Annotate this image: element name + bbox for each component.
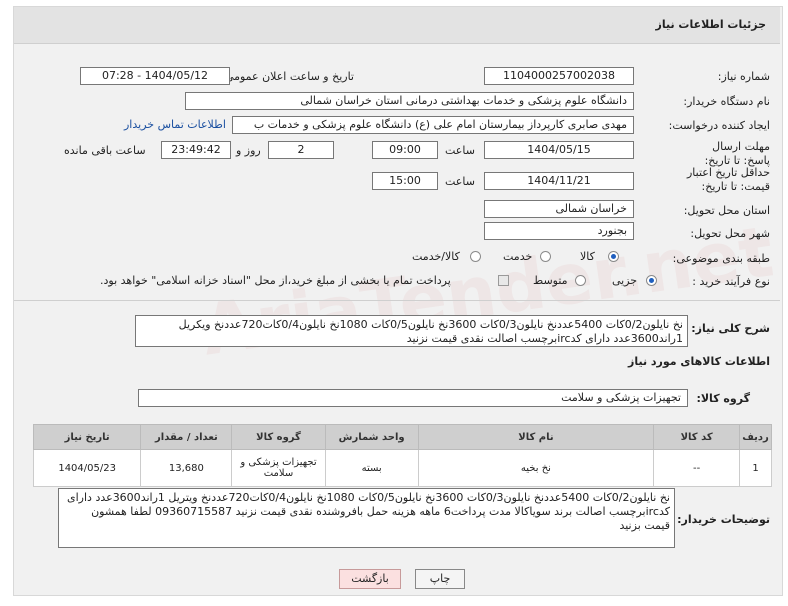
goods-info-title: اطلاعات کالاهای مورد نیاز: [628, 355, 770, 368]
province-label: استان محل تحویل:: [683, 204, 770, 217]
days-label: روز و: [236, 144, 261, 157]
cell-code: --: [653, 449, 741, 487]
need-number-field: 1104000257002038: [484, 67, 634, 85]
payment-note: پرداخت تمام یا بخشی از مبلغ خرید،از محل …: [100, 274, 451, 287]
reply-hour-label: ساعت: [445, 144, 475, 157]
buyer-contact-link[interactable]: اطلاعات تماس خریدار: [124, 118, 226, 131]
validity-time-field: 15:00: [372, 172, 438, 190]
reply-date-field: 1404/05/15: [484, 141, 634, 159]
cell-qty: 13,680: [140, 449, 233, 487]
category-label: طبقه بندی موضوعی:: [672, 252, 770, 265]
category-service-radio[interactable]: [540, 251, 551, 262]
col-row-header: ردیف: [739, 424, 772, 450]
col-date-header: تاریخ نیاز: [32, 424, 142, 450]
col-code-header: کد کالا: [653, 424, 741, 450]
cell-unit: بسته: [324, 449, 419, 487]
col-name-header: نام کالا: [417, 424, 655, 450]
table-header-row: ردیف کد کالا نام کالا واحد شمارش گروه کا…: [32, 424, 772, 450]
reply-time-field: 09:00: [372, 141, 438, 159]
category-service-label: خدمت: [503, 250, 533, 263]
announce-label: تاریخ و ساعت اعلان عمومی:: [221, 70, 354, 83]
creator-label: ایجاد کننده درخواست:: [668, 119, 770, 132]
buyer-org-field: دانشگاه علوم پزشکی و خدمات بهداشتی درمان…: [185, 92, 634, 110]
buyer-org-label: نام دستگاه خریدار:: [683, 95, 770, 108]
col-qty-header: تعداد / مقدار: [140, 424, 233, 450]
announce-field: 1404/05/12 - 07:28: [80, 67, 230, 85]
cell-group: تجهیزات پزشکی و سلامت: [231, 449, 326, 487]
goods-group-field: تجهیزات پزشکی و سلامت: [138, 389, 688, 407]
province-field: خراسان شمالی: [484, 200, 634, 218]
treasury-checkbox[interactable]: [498, 275, 509, 286]
validity-label: حداقل تاریخ اعتبار قیمت: تا تاریخ:: [686, 166, 770, 193]
process-medium-radio[interactable]: [575, 275, 586, 286]
remaining-time-field: 23:49:42: [161, 141, 231, 159]
remaining-label: ساعت باقی مانده: [64, 144, 146, 157]
category-both-radio[interactable]: [470, 251, 481, 262]
page-header: جزئیات اطلاعات نیاز: [14, 7, 780, 44]
category-goods-label: کالا: [580, 250, 595, 263]
need-number-label: شماره نیاز:: [717, 70, 770, 83]
category-both-label: کالا/خدمت: [412, 250, 460, 263]
print-button[interactable]: چاپ: [415, 569, 465, 589]
col-unit-header: واحد شمارش: [324, 424, 419, 450]
cell-row: 1: [739, 449, 772, 487]
validity-date-field: 1404/11/21: [484, 172, 634, 190]
description-textarea: نخ نایلون0/2کات 5400عددنخ نایلون0/3کات 3…: [135, 315, 688, 347]
col-group-header: گروه کالا: [231, 424, 326, 450]
buyer-notes-textarea: نخ نایلون0/2کات 5400عددنخ نایلون0/3کات 3…: [58, 488, 675, 548]
goods-group-label: گروه کالا:: [696, 392, 750, 405]
buyer-notes-label: توضیحات خریدار:: [677, 513, 770, 526]
divider: [14, 300, 780, 301]
process-medium-label: متوسط: [533, 274, 568, 287]
items-table: ردیف کد کالا نام کالا واحد شمارش گروه کا…: [32, 424, 772, 487]
cell-name: نخ بخیه: [417, 449, 655, 487]
back-button[interactable]: بازگشت: [339, 569, 401, 589]
city-label: شهر محل تحویل:: [690, 227, 770, 240]
process-minor-radio[interactable]: [646, 275, 657, 286]
creator-field: مهدی صابری کارپرداز بیمارستان امام علی (…: [232, 116, 634, 134]
city-field: بجنورد: [484, 222, 634, 240]
table-row: 1 -- نخ بخیه بسته تجهیزات پزشکی و سلامت …: [32, 449, 772, 487]
description-label: شرح کلی نیاز:: [691, 322, 770, 335]
process-minor-label: جزیی: [612, 274, 638, 287]
validity-hour-label: ساعت: [445, 175, 475, 188]
days-count-field: 2: [268, 141, 334, 159]
category-goods-radio[interactable]: [608, 251, 619, 262]
page-title: جزئیات اطلاعات نیاز: [655, 18, 767, 31]
cell-date: 1404/05/23: [32, 449, 142, 487]
reply-deadline-label: مهلت ارسال پاسخ: تا تاریخ:: [704, 140, 770, 167]
process-label: نوع فرآیند خرید :: [692, 275, 770, 288]
